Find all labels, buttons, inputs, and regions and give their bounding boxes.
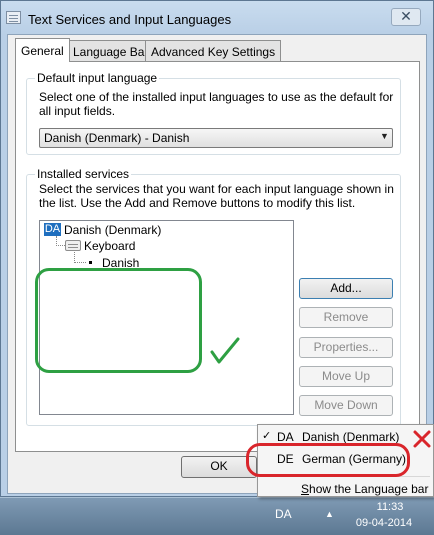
default-language-legend: Default input language bbox=[35, 71, 160, 85]
checkmark-icon: ✓ bbox=[262, 430, 272, 442]
tree-item-language[interactable]: Danish (Denmark) bbox=[64, 223, 161, 237]
tree-connector bbox=[74, 262, 86, 263]
language-code-badge: DA bbox=[44, 223, 61, 236]
menu-item-danish-code[interactable]: DA bbox=[277, 430, 294, 444]
menu-item-danish[interactable]: Danish (Denmark) bbox=[302, 430, 399, 444]
default-language-description: Select one of the installed input langua… bbox=[39, 90, 394, 118]
show-hidden-icons-icon[interactable]: ▲ bbox=[325, 509, 334, 519]
dropdown-arrow-icon[interactable]: ▼ bbox=[380, 131, 389, 141]
remove-button[interactable]: Remove bbox=[299, 307, 393, 328]
installed-services-description: Select the services that you want for ea… bbox=[39, 182, 394, 210]
taskbar-language-indicator[interactable]: DA bbox=[275, 507, 292, 521]
red-x-icon bbox=[413, 430, 431, 448]
green-annotation-box bbox=[35, 268, 202, 373]
menu-item-show-language-bar[interactable]: Show the Language bar bbox=[301, 482, 428, 496]
keyboard-icon bbox=[65, 240, 81, 251]
tab-advanced-key-settings[interactable]: Advanced Key Settings bbox=[145, 40, 282, 61]
properties-button[interactable]: Properties... bbox=[299, 337, 393, 358]
dropdown-selected-value: Danish (Denmark) - Danish bbox=[44, 131, 190, 145]
tab-language-bar[interactable]: Language Bar bbox=[67, 40, 155, 61]
taskbar-time[interactable]: 11:33 bbox=[365, 501, 415, 513]
move-up-button[interactable]: Move Up bbox=[299, 366, 393, 387]
tree-item-keyboard[interactable]: Keyboard bbox=[84, 239, 135, 253]
installed-services-legend: Installed services bbox=[35, 167, 132, 181]
taskbar-date[interactable]: 09-04-2014 bbox=[349, 517, 419, 529]
app-icon bbox=[6, 11, 21, 24]
tree-connector bbox=[56, 245, 65, 246]
window-title: Text Services and Input Languages bbox=[28, 12, 232, 27]
red-annotation-oval bbox=[246, 443, 410, 477]
green-check-icon bbox=[210, 337, 240, 364]
add-button[interactable]: Add... bbox=[299, 278, 393, 299]
bullet-icon bbox=[89, 261, 92, 264]
move-down-button[interactable]: Move Down bbox=[299, 395, 393, 416]
close-button[interactable]: ✕ bbox=[391, 8, 421, 26]
tab-general[interactable]: General bbox=[15, 38, 70, 62]
